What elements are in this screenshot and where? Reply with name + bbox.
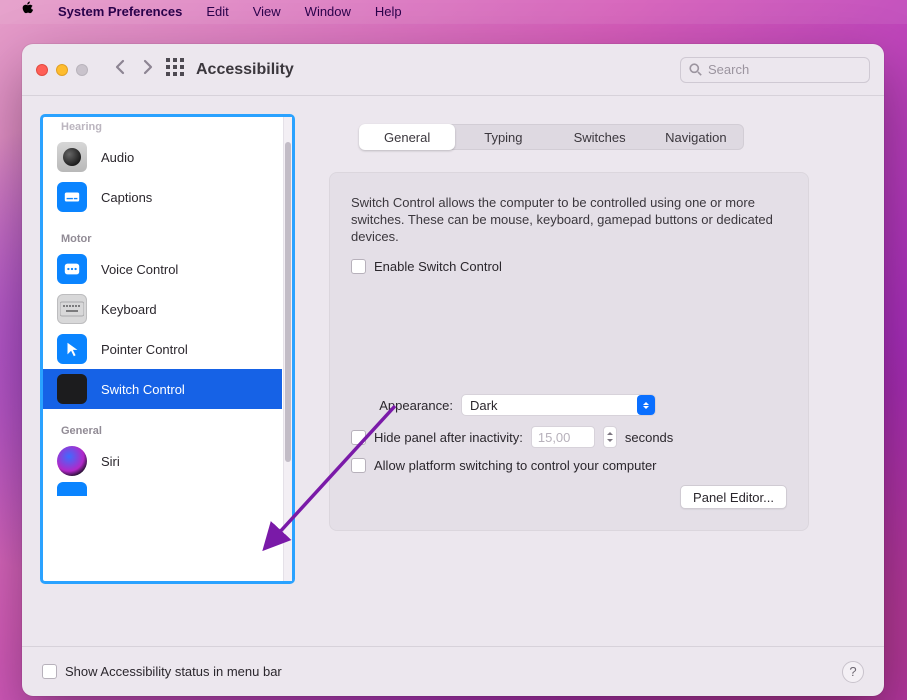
appearance-label: Appearance: <box>351 398 453 413</box>
hide-panel-checkbox[interactable] <box>351 430 366 445</box>
menubar-item-view[interactable]: View <box>253 0 281 24</box>
show-status-checkbox[interactable] <box>42 664 57 679</box>
sidebar-scrollbar[interactable] <box>283 117 292 581</box>
voice-control-icon <box>57 254 87 284</box>
scrollbar-thumb[interactable] <box>285 142 291 462</box>
hide-seconds-unit: seconds <box>625 430 673 445</box>
search-input[interactable]: Search <box>680 57 870 83</box>
sidebar-item-captions[interactable]: Captions <box>43 177 283 217</box>
section-general: General <box>43 409 283 441</box>
close-button[interactable] <box>36 64 48 76</box>
tab-switches[interactable]: Switches <box>552 124 648 150</box>
menubar-app-name[interactable]: System Preferences <box>58 0 182 24</box>
placeholder-icon <box>57 482 87 496</box>
sidebar-item-siri[interactable]: Siri <box>43 441 283 481</box>
platform-switching-checkbox[interactable] <box>351 458 366 473</box>
window-footer: Show Accessibility status in menu bar ? <box>22 646 884 696</box>
tab-navigation[interactable]: Navigation <box>648 124 744 150</box>
preferences-window: Accessibility Search Hearing Audio Capti… <box>22 44 884 696</box>
sidebar-item-keyboard[interactable]: Keyboard <box>43 289 283 329</box>
tab-typing[interactable]: Typing <box>455 124 551 150</box>
switch-control-icon <box>57 374 87 404</box>
traffic-lights <box>36 64 88 76</box>
window-title: Accessibility <box>196 61 294 79</box>
sidebar-item-label: Pointer Control <box>101 342 188 357</box>
show-status-label: Show Accessibility status in menu bar <box>65 664 282 679</box>
speaker-icon <box>57 142 87 172</box>
sidebar-item-label: Voice Control <box>101 262 178 277</box>
pointer-icon <box>57 334 87 364</box>
general-panel: Switch Control allows the computer to be… <box>329 172 809 531</box>
accessibility-sidebar: Hearing Audio Captions Motor Voic <box>40 114 295 584</box>
appearance-select[interactable]: Dark <box>461 394 656 416</box>
tab-general[interactable]: General <box>359 124 455 150</box>
search-placeholder: Search <box>708 62 749 77</box>
search-icon <box>689 63 702 76</box>
panel-editor-button[interactable]: Panel Editor... <box>680 485 787 509</box>
hide-panel-label: Hide panel after inactivity: <box>374 430 523 445</box>
window-titlebar: Accessibility Search <box>22 44 884 96</box>
forward-button[interactable] <box>142 59 154 80</box>
description-text: Switch Control allows the computer to be… <box>351 194 787 245</box>
platform-switching-label: Allow platform switching to control your… <box>374 458 657 473</box>
section-motor: Motor <box>43 217 283 249</box>
hide-seconds-field[interactable]: 15,00 <box>531 426 595 448</box>
back-button[interactable] <box>114 59 126 80</box>
sidebar-item-voice-control[interactable]: Voice Control <box>43 249 283 289</box>
sidebar-item-switch-control[interactable]: Switch Control <box>43 369 282 409</box>
help-button[interactable]: ? <box>842 661 864 683</box>
zoom-button[interactable] <box>76 64 88 76</box>
nav-arrows <box>114 59 154 80</box>
appearance-value: Dark <box>470 398 497 413</box>
keyboard-icon <box>57 294 87 324</box>
menubar-item-help[interactable]: Help <box>375 0 402 24</box>
menubar-item-window[interactable]: Window <box>305 0 351 24</box>
sidebar-item-placeholder[interactable] <box>43 481 283 497</box>
stepper-up-icon[interactable] <box>604 427 616 437</box>
section-hearing: Hearing <box>43 121 283 137</box>
sidebar-item-audio[interactable]: Audio <box>43 137 283 177</box>
hide-seconds-stepper[interactable] <box>603 426 617 448</box>
show-all-button[interactable] <box>166 58 184 81</box>
tab-bar: General Typing Switches Navigation <box>359 124 744 150</box>
system-menubar: System Preferences Edit View Window Help <box>0 0 907 24</box>
sidebar-item-label: Audio <box>101 150 134 165</box>
apple-logo-icon[interactable] <box>20 0 34 24</box>
sidebar-item-label: Keyboard <box>101 302 157 317</box>
captions-icon <box>57 182 87 212</box>
sidebar-item-pointer-control[interactable]: Pointer Control <box>43 329 283 369</box>
enable-switch-control-label: Enable Switch Control <box>374 259 502 274</box>
enable-switch-control-checkbox[interactable] <box>351 259 366 274</box>
minimize-button[interactable] <box>56 64 68 76</box>
stepper-down-icon[interactable] <box>604 437 616 447</box>
sidebar-item-label: Siri <box>101 454 120 469</box>
sidebar-item-label: Captions <box>101 190 152 205</box>
chevron-updown-icon <box>637 395 655 415</box>
menubar-item-edit[interactable]: Edit <box>206 0 228 24</box>
sidebar-item-label: Switch Control <box>101 382 185 397</box>
content-pane: General Typing Switches Navigation Switc… <box>295 114 866 646</box>
siri-icon <box>57 446 87 476</box>
